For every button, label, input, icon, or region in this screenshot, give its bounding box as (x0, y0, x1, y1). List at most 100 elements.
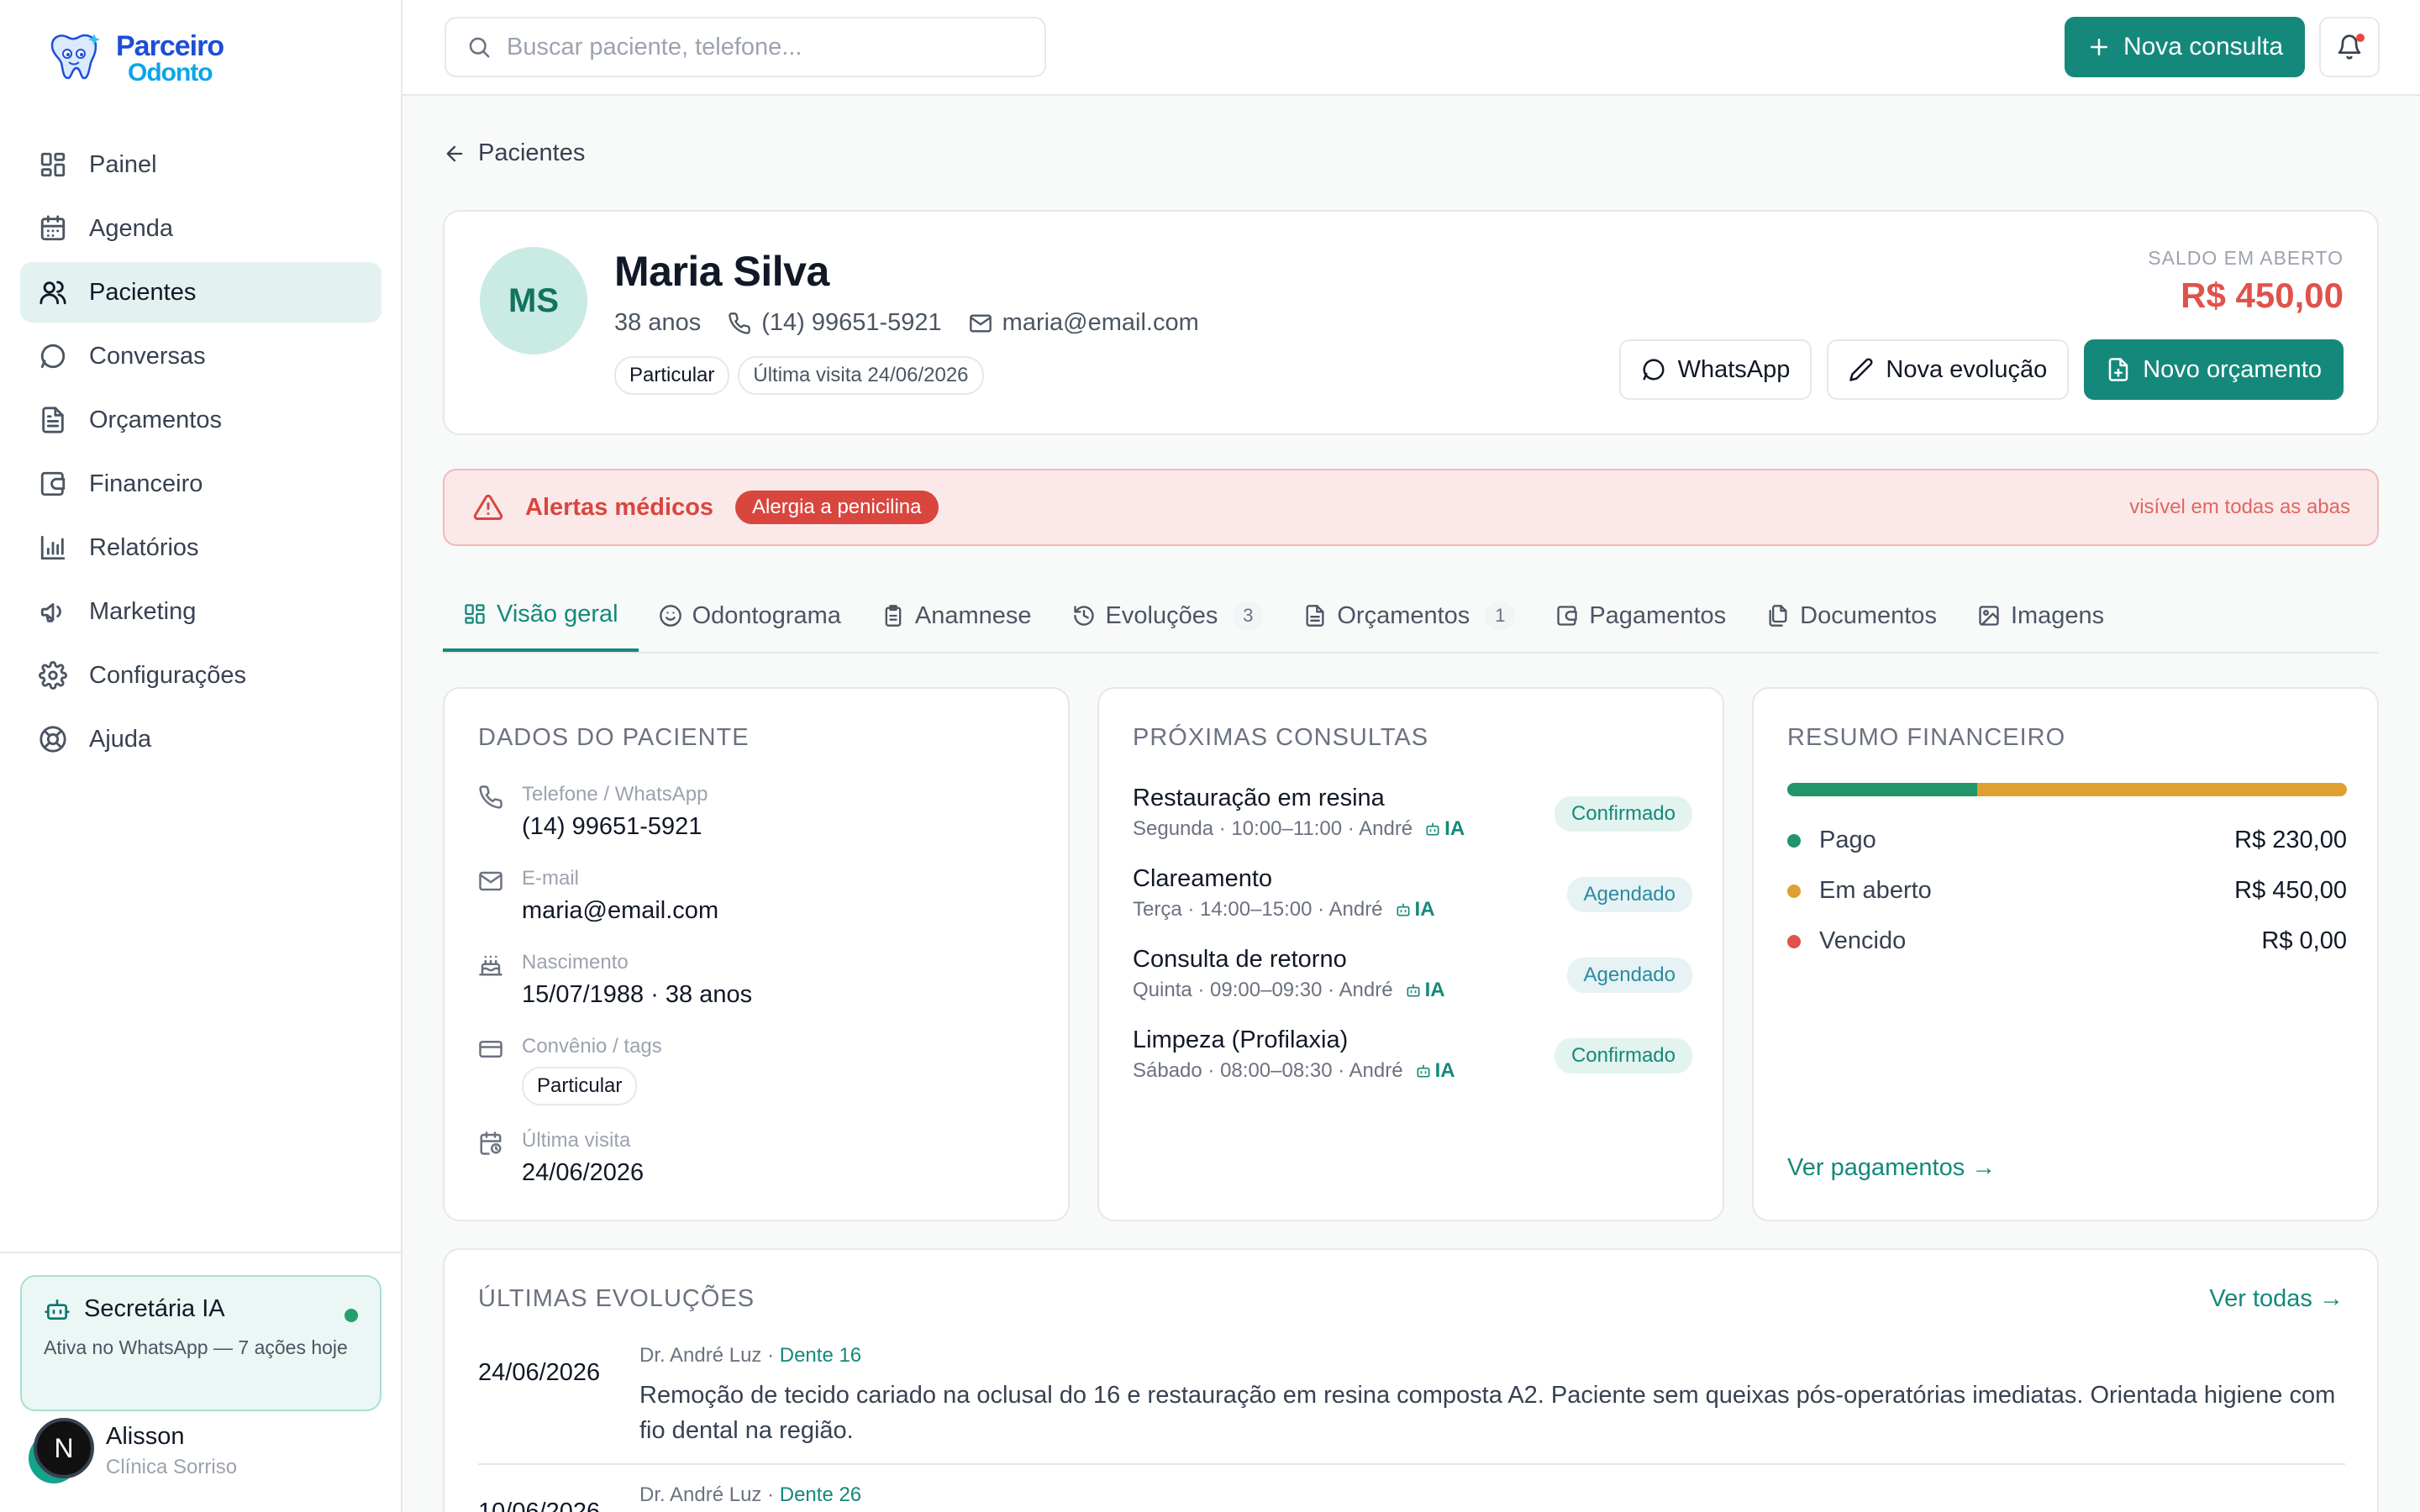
tab-visao-geral[interactable]: Visão geral (443, 580, 639, 652)
plus-icon (2090, 39, 2107, 55)
sidebar-item-marketing[interactable]: Marketing (20, 581, 381, 642)
view-payments-link[interactable]: Ver pagamentos → (1787, 1154, 1996, 1182)
sidebar-nav: Painel Agenda Pacientes Conversas Orçame… (20, 134, 381, 773)
appointment-item[interactable]: Limpeza (Profilaxia) Sábado · 08:00–08:3… (1133, 1026, 1692, 1083)
ia-label: IA (1424, 979, 1445, 1001)
status-dot (1787, 934, 1801, 948)
evolutions-card: ÚLTIMAS EVOLUÇÕES Ver todas → 24/06/2026… (443, 1248, 2379, 1512)
search-input[interactable] (507, 33, 1011, 61)
tab-evolucoes[interactable]: Evoluções 3 (1052, 580, 1284, 652)
sidebar-item-financeiro[interactable]: Financeiro (20, 454, 381, 514)
robot-icon (1417, 1064, 1430, 1078)
sidebar-item-relatorios[interactable]: Relatórios (20, 517, 381, 578)
sidebar-item-pacientes[interactable]: Pacientes (20, 262, 381, 323)
status-dot (1787, 833, 1801, 848)
field-label: E-mail (522, 867, 580, 890)
robot-icon (45, 1299, 70, 1320)
field-value: maria@email.com (522, 897, 719, 924)
calendar-icon (40, 215, 66, 241)
user-clinic: Clínica Sorriso (106, 1455, 238, 1478)
megaphone-icon (40, 603, 61, 622)
new-appointment-button[interactable]: Nova consulta (2065, 17, 2305, 77)
tab-odontograma[interactable]: Odontograma (639, 580, 861, 652)
tab-documentos[interactable]: Documentos (1746, 580, 1957, 652)
open-segment (1977, 783, 2347, 796)
lifebuoy-icon (39, 726, 66, 753)
patient-email[interactable]: maria@email.com (1002, 309, 1199, 337)
new-quote-label: Novo orçamento (2143, 355, 2322, 383)
phone-icon (479, 785, 502, 809)
field-value: 15/07/1988 · 38 anos (522, 981, 753, 1008)
app-logo[interactable]: Parceiro Odonto (40, 29, 224, 89)
insurance-tag: Particular (522, 1067, 638, 1105)
sidebar-item-label: Pacientes (89, 278, 197, 306)
tab-imagens[interactable]: Imagens (1957, 580, 2124, 652)
notifications-button[interactable] (2319, 17, 2380, 77)
user-profile[interactable]: N Alisson Clínica Sorriso (29, 1418, 237, 1483)
tab-count-badge: 1 (1485, 601, 1516, 631)
view-all-evolutions-link[interactable]: Ver todas → (2209, 1285, 2344, 1313)
whatsapp-button[interactable]: WhatsApp (1618, 339, 1812, 400)
appointment-item[interactable]: Consulta de retorno Quinta · 09:00–09:30… (1133, 946, 1692, 1002)
patient-phone[interactable]: (14) 99651-5921 (761, 309, 941, 337)
field-insurance: Convênio / tags Particular (478, 1035, 662, 1105)
avatar-initial: N (34, 1418, 94, 1478)
finance-label: Vencido (1819, 927, 1907, 954)
wallet-icon (40, 471, 66, 496)
status-badge: Confirmado (1554, 796, 1692, 832)
sidebar-item-painel[interactable]: Painel (20, 134, 381, 195)
appointment-sub: Terça · 14:00–15:00 · André (1133, 898, 1383, 921)
files-icon (1769, 605, 1787, 627)
sidebar-item-conversas[interactable]: Conversas (20, 326, 381, 386)
tag-insurance: Particular (614, 356, 730, 395)
sidebar-item-orcamentos[interactable]: Orçamentos (20, 390, 381, 450)
patient-data-title: DADOS DO PACIENTE (478, 724, 750, 751)
back-to-patients-link[interactable]: Pacientes (443, 139, 585, 167)
patient-tabs: Visão geral Odontograma Anamnese Evoluçõ… (443, 580, 2379, 654)
finance-progress-bar (1787, 783, 2347, 796)
ai-secretary-card[interactable]: Secretária IA Ativa no WhatsApp — 7 açõe… (20, 1275, 381, 1411)
tab-label: Visão geral (497, 600, 618, 627)
sidebar-item-configuracoes[interactable]: Configurações (20, 645, 381, 706)
new-quote-button[interactable]: Novo orçamento (2084, 339, 2344, 400)
patient-actions: WhatsApp Nova evolução Novo orçamento (1618, 339, 2344, 400)
appointment-item[interactable]: Restauração em resina Segunda · 10:00–11… (1133, 785, 1692, 841)
finance-row-paid: Pago R$ 230,00 (1787, 827, 2347, 854)
status-dot (1787, 884, 1801, 898)
tab-orcamentos[interactable]: Orçamentos 1 (1283, 580, 1535, 652)
sidebar: Parceiro Odonto Painel Agenda Pacientes … (0, 0, 402, 1512)
status-badge: Agendado (1566, 877, 1692, 912)
tab-anamnese[interactable]: Anamnese (861, 580, 1052, 652)
calendar-clock-icon (480, 1131, 502, 1155)
finance-label: Pago (1819, 827, 1876, 853)
tab-pagamentos[interactable]: Pagamentos (1535, 580, 1746, 652)
ia-label: IA (1444, 817, 1465, 840)
tooth-mascot-icon (50, 34, 100, 80)
status-badge: Confirmado (1554, 1038, 1692, 1074)
tab-label: Documentos (1800, 601, 1937, 629)
appointment-item[interactable]: Clareamento Terça · 14:00–15:00 · André I… (1133, 865, 1692, 921)
image-icon (1979, 606, 1999, 626)
ia-badge: IA (1424, 817, 1465, 841)
evolution-tooth: Dente 26 (779, 1483, 862, 1506)
field-birth: Nascimento 15/07/1988 · 38 anos (478, 951, 752, 1009)
avatar: N (29, 1418, 94, 1483)
evolution-text: Remoção de tecido cariado na oclusal do … (639, 1382, 2336, 1445)
sidebar-item-agenda[interactable]: Agenda (20, 198, 381, 259)
sidebar-item-label: Financeiro (89, 470, 203, 497)
sidebar-item-label: Relatórios (89, 533, 199, 561)
sidebar-item-ajuda[interactable]: Ajuda (20, 709, 381, 769)
users-icon (39, 281, 66, 305)
paid-segment (1787, 783, 1978, 796)
clipboard-icon (885, 605, 902, 627)
ai-secretary-subtitle: Ativa no WhatsApp — 7 ações hoje (44, 1336, 348, 1358)
field-email: E-mail maria@email.com (478, 867, 718, 925)
ia-label: IA (1434, 1059, 1455, 1082)
search-box[interactable] (445, 17, 1046, 77)
field-label: Nascimento (522, 951, 629, 974)
finance-row-overdue: Vencido R$ 0,00 (1787, 927, 2347, 955)
new-evolution-button[interactable]: Nova evolução (1827, 339, 2070, 400)
patient-meta: 38 anos (14) 99651-5921 maria@email.com (614, 309, 1199, 337)
appointment-sub: Sábado · 08:00–08:30 · André (1133, 1059, 1403, 1082)
field-label: Telefone / WhatsApp (522, 783, 708, 806)
